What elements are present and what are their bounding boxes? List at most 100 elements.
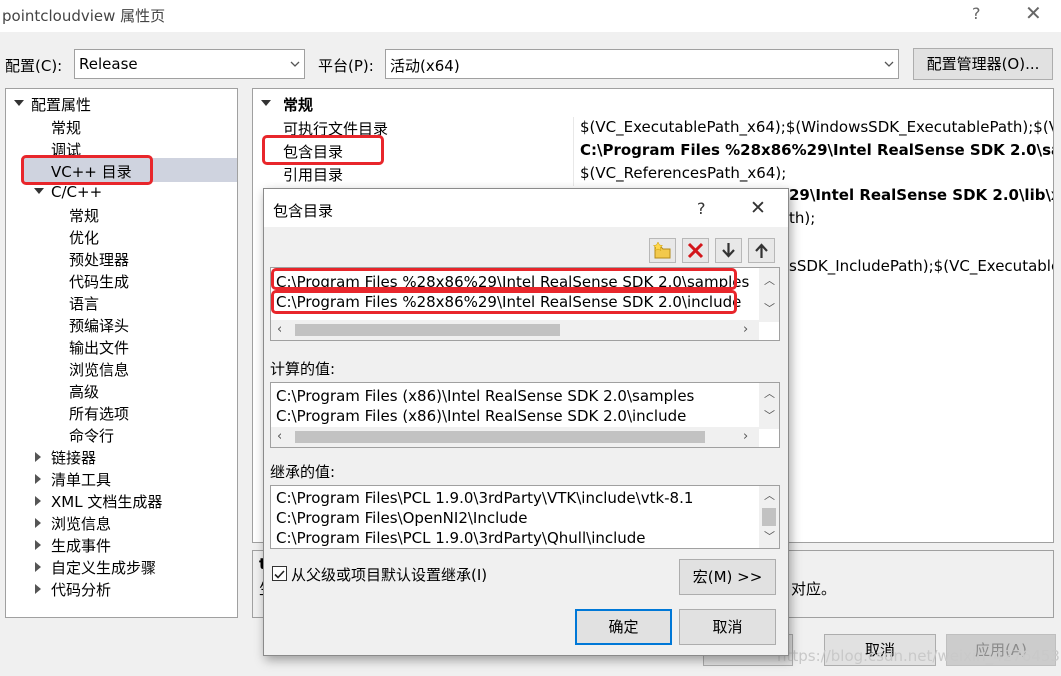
- config-label: 配置(C):: [5, 57, 63, 75]
- close-icon[interactable]: ✕: [1025, 1, 1042, 25]
- tree-item-cpp-pch[interactable]: 预编译头: [69, 315, 129, 336]
- highlight-box: [262, 135, 384, 165]
- macros-button[interactable]: 宏(M) >>: [679, 559, 776, 595]
- desc-text: 对应。: [791, 580, 837, 598]
- expand-icon[interactable]: [35, 452, 41, 462]
- tree-item-build-events[interactable]: 生成事件: [51, 535, 111, 556]
- chevron-up-icon[interactable]: ︿: [764, 272, 775, 288]
- move-up-button[interactable]: [748, 238, 775, 263]
- move-down-button[interactable]: [715, 238, 742, 263]
- delete-button[interactable]: [682, 238, 709, 263]
- tree-root[interactable]: 配置属性: [31, 94, 91, 115]
- chevron-left-icon[interactable]: ‹: [277, 429, 282, 444]
- vertical-scrollbar[interactable]: ︿ ﹀: [759, 383, 779, 429]
- tree-item-cpp-language[interactable]: 语言: [69, 293, 99, 314]
- tree-item-cpp-all[interactable]: 所有选项: [69, 403, 129, 424]
- highlight-box: [21, 155, 153, 185]
- list-item: C:\Program Files (x86)\Intel RealSense S…: [276, 407, 687, 425]
- window-title: pointcloudview 属性页: [2, 7, 166, 25]
- chevron-down-icon[interactable]: ﹀: [764, 407, 775, 423]
- tree-item-custom-build[interactable]: 自定义生成步骤: [51, 557, 156, 578]
- tree-item-general[interactable]: 常规: [51, 117, 81, 138]
- config-select[interactable]: Release: [74, 49, 305, 79]
- grid-partial-library: 29\Intel RealSense SDK 2.0\lib\x64;$: [789, 186, 1053, 204]
- grid-row-value: $(VC_ExecutablePath_x64);$(WindowsSDK_Ex…: [580, 118, 1054, 136]
- grid-row-name: 引用目录: [283, 166, 344, 184]
- cancel-button[interactable]: 取消: [679, 609, 776, 645]
- chevron-right-icon[interactable]: ›: [743, 322, 748, 337]
- chevron-down-icon: [884, 61, 894, 67]
- dialog-title-bar: 包含目录 ? ✕: [264, 189, 788, 227]
- horizontal-scrollbar[interactable]: ‹ ›: [271, 427, 759, 447]
- arrow-up-icon: [755, 243, 768, 258]
- help-icon[interactable]: ?: [697, 199, 706, 218]
- expand-icon[interactable]: [261, 100, 271, 106]
- tree-item-xmldoc[interactable]: XML 文档生成器: [51, 491, 162, 512]
- tree-item-browse[interactable]: 浏览信息: [51, 513, 111, 534]
- highlight-box: [271, 290, 737, 314]
- expand-icon[interactable]: [35, 540, 41, 550]
- chevron-left-icon[interactable]: ‹: [277, 322, 282, 337]
- expand-icon[interactable]: [35, 496, 41, 506]
- highlight-box: [271, 268, 737, 290]
- expand-icon[interactable]: [34, 188, 44, 194]
- tree-item-cpp-browse[interactable]: 浏览信息: [69, 359, 129, 380]
- computed-label: 计算的值:: [270, 360, 336, 378]
- tree-item-cpp-advanced[interactable]: 高级: [69, 381, 99, 402]
- chevron-down-icon[interactable]: ﹀: [764, 528, 775, 544]
- config-value: Release: [79, 55, 138, 73]
- expand-icon[interactable]: [35, 518, 41, 528]
- tree-item-manifest[interactable]: 清单工具: [51, 469, 111, 490]
- list-item: C:\Program Files\OpenNI2\Include: [276, 509, 528, 527]
- scroll-thumb[interactable]: [295, 324, 560, 336]
- tree-item-code-analysis[interactable]: 代码分析: [51, 579, 111, 600]
- include-dirs-dialog: 包含目录 ? ✕ C:\Program Files %28x86%29\Inte…: [263, 188, 789, 656]
- help-icon[interactable]: ?: [972, 4, 981, 23]
- chevron-right-icon[interactable]: ›: [743, 429, 748, 444]
- tree-item-cpp-general[interactable]: 常规: [69, 205, 99, 226]
- platform-select[interactable]: 活动(x64): [385, 49, 899, 79]
- tree-item-linker[interactable]: 链接器: [51, 447, 96, 468]
- checkmark-icon: [274, 570, 285, 579]
- expand-icon[interactable]: [35, 474, 41, 484]
- window-title-bar: pointcloudview 属性页 ? ✕: [0, 0, 1061, 32]
- tree-item-cpp-output[interactable]: 输出文件: [69, 337, 129, 358]
- grid-row-references[interactable]: 引用目录 $(VC_ReferencesPath_x64);: [253, 163, 1053, 186]
- scroll-thumb[interactable]: [762, 508, 776, 526]
- vertical-scrollbar[interactable]: ︿ ﹀: [759, 268, 779, 322]
- scroll-thumb[interactable]: [295, 431, 705, 443]
- grid-section-title: 常规: [283, 96, 314, 114]
- tree-item-cpp-optimization[interactable]: 优化: [69, 227, 99, 248]
- tree-item-cpp-cmdline[interactable]: 命令行: [69, 425, 114, 446]
- tree-item-cpp-codegen[interactable]: 代码生成: [69, 271, 129, 292]
- chevron-up-icon[interactable]: ︿: [764, 487, 775, 503]
- grid-partial-line: th);: [789, 209, 816, 227]
- grid-partial-line: sSDK_IncludePath);$(VC_ExecutableP: [789, 257, 1054, 275]
- vertical-scrollbar[interactable]: ︿ ﹀: [759, 486, 779, 548]
- list-item: C:\Program Files\PCL 1.9.0\3rdParty\VTK\…: [276, 489, 694, 507]
- chevron-up-icon[interactable]: ︿: [764, 385, 775, 401]
- config-manager-button[interactable]: 配置管理器(O)...: [913, 48, 1053, 80]
- grid-row-value: C:\Program Files %28x86%29\Intel RealSen…: [580, 141, 1053, 159]
- tree-item-cpp[interactable]: C/C++: [51, 183, 102, 201]
- ok-button[interactable]: 确定: [575, 609, 672, 645]
- chevron-down-icon[interactable]: ﹀: [764, 300, 775, 316]
- inherit-checkbox-label[interactable]: 从父级或项目默认设置继承(I): [291, 564, 487, 585]
- horizontal-scrollbar[interactable]: ‹ ›: [271, 320, 759, 340]
- expand-icon[interactable]: [14, 100, 24, 106]
- tree-item-cpp-preprocessor[interactable]: 预处理器: [69, 249, 129, 270]
- list-item: C:\Program Files\PCL 1.9.0\3rdParty\Qhul…: [276, 529, 646, 547]
- inherit-checkbox[interactable]: [272, 566, 287, 581]
- expand-icon[interactable]: [35, 584, 41, 594]
- grid-row-value: $(VC_ReferencesPath_x64);: [580, 164, 787, 182]
- new-line-button[interactable]: [649, 238, 676, 263]
- close-icon[interactable]: ✕: [750, 197, 766, 219]
- computed-list: C:\Program Files (x86)\Intel RealSense S…: [270, 382, 780, 448]
- platform-label: 平台(P):: [318, 57, 374, 75]
- dialog-title: 包含目录: [273, 202, 334, 220]
- inherited-label: 继承的值:: [270, 463, 336, 481]
- expand-icon[interactable]: [35, 562, 41, 572]
- list-item: C:\Program Files (x86)\Intel RealSense S…: [276, 387, 695, 405]
- new-folder-icon: [652, 241, 671, 259]
- platform-value: 活动(x64): [390, 57, 460, 75]
